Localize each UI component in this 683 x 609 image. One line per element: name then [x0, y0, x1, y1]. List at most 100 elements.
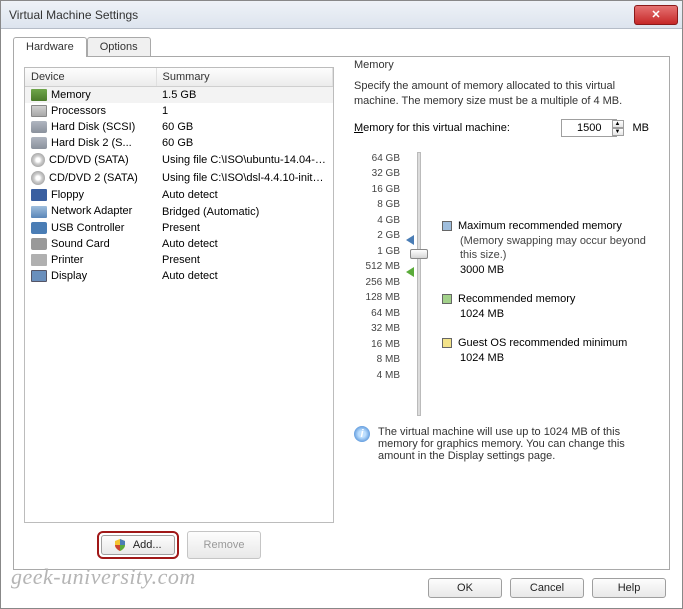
cancel-button[interactable]: Cancel [510, 578, 584, 598]
scale-label: 2 GB [354, 228, 400, 244]
legend-min-swatch [442, 338, 452, 348]
ok-button[interactable]: OK [428, 578, 502, 598]
memory-input[interactable] [561, 119, 617, 137]
legend-recommended: Recommended memory 1024 MB [438, 292, 649, 322]
device-name: CD/DVD 2 (SATA) [49, 172, 138, 184]
scale-label: 8 GB [354, 197, 400, 213]
memory-spinner[interactable]: ▲ ▼ [561, 119, 625, 137]
device-row[interactable]: FloppyAuto detect [25, 187, 333, 203]
device-row[interactable]: CD/DVD (SATA) Using file C:\ISO\ubuntu-14… [25, 151, 333, 169]
device-summary: 60 GB [156, 135, 332, 151]
device-summary: Auto detect [156, 268, 332, 284]
device-column: Device Summary Memory1.5 GBProcessors1Ha… [24, 67, 334, 559]
memory-description: Specify the amount of memory allocated t… [354, 79, 649, 109]
memory-info-text: The virtual machine will use up to 1024 … [378, 426, 649, 462]
remove-button: Remove [187, 531, 261, 559]
device-name: Hard Disk (SCSI) [51, 121, 135, 133]
slider-thumb[interactable] [410, 249, 428, 259]
legend-max-swatch [442, 221, 452, 231]
device-row[interactable]: Sound Card Auto detect [25, 236, 333, 252]
device-list[interactable]: Device Summary Memory1.5 GBProcessors1Ha… [24, 67, 334, 523]
spin-up[interactable]: ▲ [612, 120, 624, 128]
memory-group-label: Memory [350, 59, 398, 71]
device-summary: Using file C:\ISO\dsl-4.4.10-initrd.... [156, 169, 332, 187]
device-summary: Using file C:\ISO\ubuntu-14.04-d... [156, 151, 332, 169]
device-name: Memory [51, 89, 91, 101]
memory-scale-labels: 64 GB32 GB16 GB8 GB4 GB2 GB1 GB512 MB256… [354, 149, 400, 416]
tab-panel: Device Summary Memory1.5 GBProcessors1Ha… [13, 56, 670, 570]
settings-window: Virtual Machine Settings ✕ Hardware Opti… [0, 0, 683, 609]
net-icon [31, 206, 47, 218]
memory-slider-area: 64 GB32 GB16 GB8 GB4 GB2 GB1 GB512 MB256… [354, 149, 649, 416]
spin-down[interactable]: ▼ [612, 128, 624, 136]
memory-slider[interactable] [408, 149, 430, 416]
scale-label: 16 GB [354, 182, 400, 198]
scale-label: 8 MB [354, 352, 400, 368]
help-button[interactable]: Help [592, 578, 666, 598]
dialog-footer: OK Cancel Help [13, 570, 670, 598]
device-summary: Present [156, 220, 332, 236]
device-name: Display [51, 270, 87, 282]
hd-icon [31, 121, 47, 133]
scale-label: 512 MB [354, 259, 400, 275]
close-icon: ✕ [651, 8, 660, 21]
device-row[interactable]: Display Auto detect [25, 268, 333, 284]
scale-label: 4 GB [354, 213, 400, 229]
mem-icon [31, 89, 47, 101]
scale-label: 4 MB [354, 368, 400, 384]
memory-info: i The virtual machine will use up to 102… [354, 426, 649, 462]
col-device-header[interactable]: Device [25, 68, 156, 87]
spinner-buttons: ▲ ▼ [612, 120, 624, 136]
memory-field-label: Memory for this virtual machine: [354, 122, 510, 134]
device-row[interactable]: Hard Disk 2 (S... 60 GB [25, 135, 333, 151]
device-row[interactable]: USB ControllerPresent [25, 220, 333, 236]
scale-label: 32 MB [354, 321, 400, 337]
device-name: Network Adapter [51, 205, 132, 217]
device-row[interactable]: CD/DVD 2 (SATA) Using file C:\ISO\dsl-4.4… [25, 169, 333, 187]
legend-rec-swatch [442, 294, 452, 304]
device-name: Processors [51, 105, 106, 117]
marker-recommended-icon [406, 267, 414, 277]
device-summary: 60 GB [156, 119, 332, 135]
memory-legend: Maximum recommended memory (Memory swapp… [438, 149, 649, 416]
prn-icon [31, 254, 47, 266]
scale-label: 128 MB [354, 290, 400, 306]
device-summary: Auto detect [156, 236, 332, 252]
device-summary: 1 [156, 103, 332, 119]
col-summary-header[interactable]: Summary [156, 68, 332, 87]
tab-hardware[interactable]: Hardware [13, 37, 87, 57]
floppy-icon [31, 189, 47, 201]
legend-max: Maximum recommended memory (Memory swapp… [438, 219, 649, 278]
legend-min: Guest OS recommended minimum 1024 MB [438, 336, 649, 366]
scale-label: 1 GB [354, 244, 400, 260]
memory-column: Memory Specify the amount of memory allo… [344, 67, 659, 559]
window-title: Virtual Machine Settings [9, 8, 634, 22]
scale-label: 32 GB [354, 166, 400, 182]
device-row[interactable]: Network Adapter Bridged (Automatic) [25, 203, 333, 219]
info-icon: i [354, 426, 370, 442]
memory-field-row: Memory for this virtual machine: ▲ ▼ MB [354, 119, 649, 137]
tab-options[interactable]: Options [87, 37, 151, 57]
device-name: Sound Card [51, 238, 110, 250]
snd-icon [31, 238, 47, 250]
scale-label: 256 MB [354, 275, 400, 291]
cd-icon [31, 171, 45, 185]
device-row[interactable]: Processors 1 [25, 103, 333, 119]
close-button[interactable]: ✕ [634, 5, 678, 25]
device-name: Floppy [51, 189, 84, 201]
device-name: CD/DVD (SATA) [49, 154, 129, 166]
uac-shield-icon [114, 539, 126, 551]
scale-label: 16 MB [354, 337, 400, 353]
scale-label: 64 MB [354, 306, 400, 322]
add-button[interactable]: Add... [101, 535, 175, 555]
device-row[interactable]: Memory1.5 GB [25, 87, 333, 104]
device-row[interactable]: Hard Disk (SCSI) 60 GB [25, 119, 333, 135]
device-summary: Bridged (Automatic) [156, 203, 332, 219]
device-summary: Present [156, 252, 332, 268]
tabs: Hardware Options [13, 37, 670, 57]
titlebar[interactable]: Virtual Machine Settings ✕ [1, 1, 682, 29]
device-name: Hard Disk 2 (S... [51, 137, 132, 149]
device-row[interactable]: PrinterPresent [25, 252, 333, 268]
usb-icon [31, 222, 47, 234]
marker-max-icon [406, 235, 414, 245]
